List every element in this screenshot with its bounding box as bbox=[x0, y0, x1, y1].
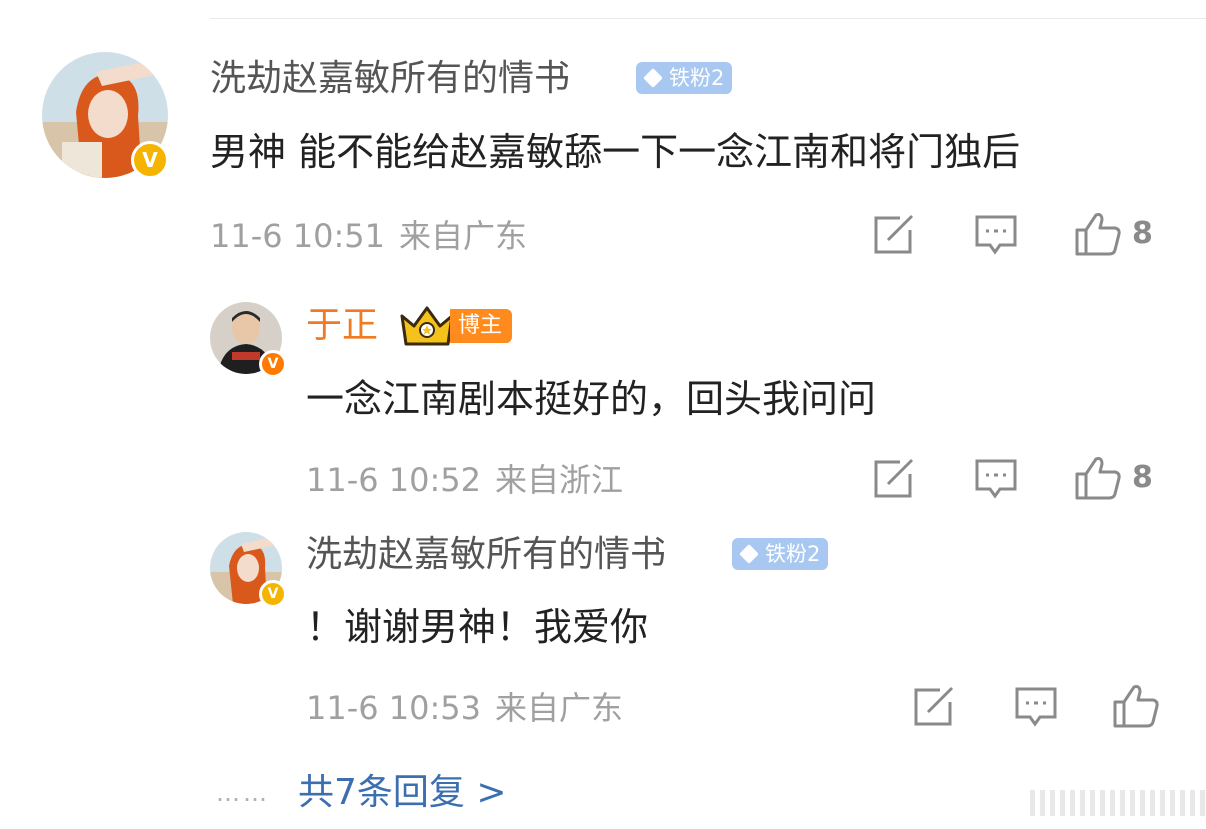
repost-button[interactable] bbox=[912, 686, 956, 728]
repost-icon bbox=[874, 458, 914, 498]
comment-time: 11-6 10:51 bbox=[210, 217, 386, 255]
comment-author-name[interactable]: 洗劫赵嘉敏所有的情书 bbox=[306, 533, 666, 577]
like-count: 8 bbox=[1132, 460, 1153, 495]
diamond-icon bbox=[739, 544, 759, 564]
comment-button[interactable] bbox=[974, 214, 1018, 256]
fan-level-label: 铁粉2 bbox=[765, 542, 821, 566]
like-button[interactable]: 8 bbox=[1074, 211, 1153, 257]
verified-v-icon: V bbox=[259, 580, 287, 608]
comment-text: 一念江南剧本挺好的，回头我问问 bbox=[306, 377, 877, 421]
fan-level-badge: 铁粉2 bbox=[636, 62, 733, 94]
more-replies-row: …… 共7条回复 > bbox=[216, 770, 507, 816]
comment-meta: 11-6 10:53 来自广东 bbox=[306, 688, 623, 728]
comment-meta: 11-6 10:51 来自广东 bbox=[210, 216, 527, 256]
repost-button[interactable] bbox=[872, 458, 916, 500]
comment-time: 11-6 10:53 bbox=[306, 689, 482, 727]
like-button[interactable] bbox=[1112, 683, 1170, 729]
comment-button[interactable] bbox=[1014, 686, 1058, 728]
comment-meta: 11-6 10:52 来自浙江 bbox=[306, 460, 623, 500]
like-button[interactable]: 8 bbox=[1074, 455, 1153, 501]
crown-icon bbox=[400, 306, 454, 346]
thumbs-up-icon bbox=[1075, 213, 1121, 256]
comment-button[interactable] bbox=[974, 458, 1018, 500]
comment-location: 来自广东 bbox=[399, 217, 528, 255]
repost-icon bbox=[914, 686, 954, 726]
fan-level-badge: 铁粉2 bbox=[732, 538, 829, 570]
comment-text: ！谢谢男神！我爱你 bbox=[306, 605, 649, 649]
top-divider bbox=[210, 18, 1206, 19]
fan-level-label: 铁粉2 bbox=[669, 66, 725, 90]
comment-time: 11-6 10:52 bbox=[306, 461, 482, 499]
host-label: 博主 bbox=[450, 309, 513, 343]
more-replies-link[interactable]: 共7条回复 > bbox=[298, 770, 507, 816]
diamond-icon bbox=[643, 68, 663, 88]
repost-button[interactable] bbox=[872, 214, 916, 256]
like-count: 8 bbox=[1132, 216, 1153, 251]
comment-icon bbox=[1015, 687, 1057, 727]
ellipsis-dots: …… bbox=[216, 779, 270, 807]
host-badge: 博主 bbox=[398, 304, 513, 348]
repost-icon bbox=[874, 214, 914, 254]
comment-location: 来自浙江 bbox=[495, 461, 624, 499]
thumbs-up-icon bbox=[1075, 457, 1121, 500]
watermark bbox=[1030, 790, 1206, 816]
comment-text: 男神 能不能给赵嘉敏舔一下一念江南和将门独后 bbox=[210, 130, 1021, 174]
comment-author-name[interactable]: 于正 bbox=[306, 304, 378, 348]
comment-icon bbox=[975, 215, 1017, 255]
comment-icon bbox=[975, 459, 1017, 499]
thumbs-up-icon bbox=[1113, 685, 1159, 728]
verified-v-icon: V bbox=[259, 350, 287, 378]
comment-location: 来自广东 bbox=[495, 689, 624, 727]
comment-author-name[interactable]: 洗劫赵嘉敏所有的情书 bbox=[210, 57, 570, 101]
verified-v-icon: V bbox=[131, 141, 169, 179]
